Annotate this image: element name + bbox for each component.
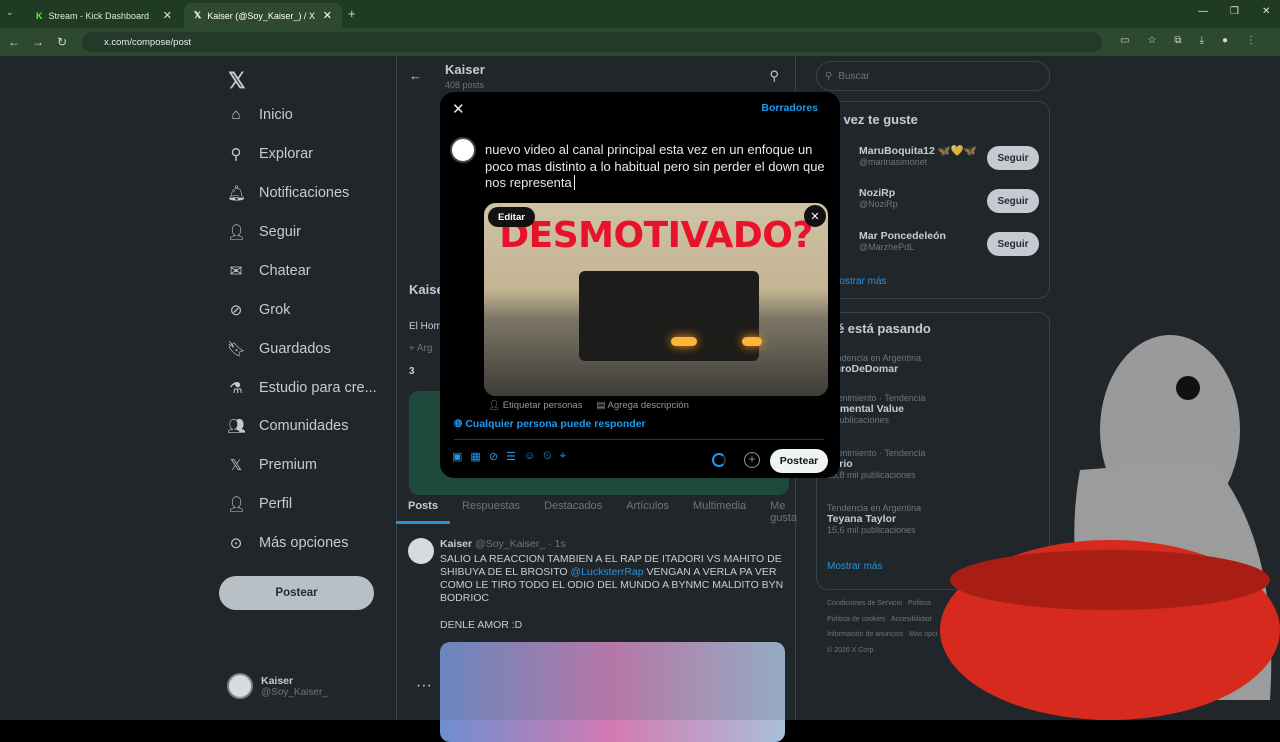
- url-text: x.com/compose/post: [104, 36, 192, 48]
- restore-icon[interactable]: ❐: [1230, 6, 1239, 17]
- reply-setting-button[interactable]: 🌐︎ Cualquier persona puede responder: [454, 418, 646, 431]
- address-bar[interactable]: x.com/compose/post: [82, 32, 1102, 52]
- poll-icon[interactable]: ☰: [506, 450, 516, 463]
- tag-people-button[interactable]: 👤︎ Etiquetar personas: [488, 400, 582, 411]
- location-icon[interactable]: ⌖: [560, 450, 566, 463]
- bookmark-star-icon[interactable]: ☆: [1147, 35, 1156, 46]
- tab-kick[interactable]: K Stream - Kick Dashboard ✕: [26, 3, 182, 28]
- bowl-rim: [950, 550, 1270, 610]
- tab-label: Stream - Kick Dashboard: [48, 10, 150, 21]
- x-logo-icon: 𝕏: [194, 10, 202, 20]
- schedule-icon[interactable]: ⏲: [543, 450, 552, 463]
- browser-tab-strip: ⌄ K Stream - Kick Dashboard ✕ 𝕏 Kaiser (…: [0, 0, 1280, 28]
- tag-people-label: Etiquetar personas: [502, 400, 583, 411]
- truck-shape: [579, 271, 759, 361]
- tab-label: Kaiser (@Soy_Kaiser_) / X: [207, 10, 315, 21]
- close-icon[interactable]: ✕: [452, 100, 465, 118]
- edit-media-button[interactable]: Editar: [488, 207, 535, 227]
- tab-x[interactable]: 𝕏 Kaiser (@Soy_Kaiser_) / X ✕: [184, 3, 342, 28]
- mascot-eye: [1176, 376, 1200, 400]
- streamer-overlay-mascot: [940, 335, 1280, 720]
- minimize-icon[interactable]: —: [1198, 6, 1208, 17]
- drafts-button[interactable]: Borradores: [761, 102, 818, 114]
- cast-icon[interactable]: ▭: [1120, 35, 1129, 46]
- media-icon[interactable]: ▣: [452, 450, 462, 463]
- download-icon[interactable]: ⤓: [1200, 35, 1204, 46]
- x-page: 𝕏 ⌂ Inicio ⚲ Explorar 🔔︎ Notificaciones 👤︎ S…: [0, 56, 1280, 742]
- reload-icon[interactable]: ↻: [50, 35, 74, 49]
- compose-textarea[interactable]: nuevo video al canal principal esta vez …: [485, 142, 835, 192]
- emoji-icon[interactable]: ☺: [524, 450, 535, 463]
- menu-icon[interactable]: ⋮: [1246, 35, 1256, 46]
- reply-setting-label: Cualquier persona puede responder: [465, 418, 646, 430]
- grok-icon[interactable]: ⊘: [489, 450, 498, 463]
- close-icon[interactable]: ✕: [163, 9, 172, 22]
- media-meta: 👤︎ Etiquetar personas ▤ Agrega descripci…: [488, 400, 689, 411]
- extensions-icon[interactable]: ⧉: [1174, 35, 1181, 46]
- headlight: [742, 337, 762, 346]
- avatar: [450, 137, 476, 163]
- divider: [454, 439, 824, 440]
- text-cursor: [573, 175, 575, 190]
- add-description-button[interactable]: ▤ Agrega descripción: [596, 400, 688, 411]
- kick-icon: K: [36, 10, 43, 21]
- profile-icon[interactable]: ●: [1222, 35, 1228, 46]
- close-icon[interactable]: ✕: [323, 9, 332, 22]
- gif-icon[interactable]: ▦: [470, 450, 480, 463]
- forward-icon[interactable]: →: [26, 35, 50, 49]
- add-post-icon[interactable]: +: [744, 452, 760, 468]
- browser-toolbar: ← → ↻ x.com/compose/post ▭ ☆ ⧉ ⤓ ● ⋮: [0, 28, 1280, 56]
- compose-modal: ✕ Borradores nuevo video al canal princi…: [440, 92, 840, 478]
- new-tab-button[interactable]: +: [348, 6, 356, 21]
- attached-image[interactable]: DESMOTIVADO? Editar ✕: [484, 203, 828, 396]
- tab-search-icon[interactable]: ⌄: [6, 7, 14, 18]
- compose-toolbar: ▣ ▦ ⊘ ☰ ☺ ⏲ ⌖: [452, 450, 566, 463]
- remove-media-icon[interactable]: ✕: [804, 205, 826, 227]
- compose-text: nuevo video al canal principal esta vez …: [485, 142, 825, 190]
- back-icon[interactable]: ←: [2, 35, 26, 49]
- post-submit-button[interactable]: Postear: [770, 449, 828, 473]
- window-close-icon[interactable]: ✕: [1262, 6, 1270, 17]
- thumbnail-title: DESMOTIVADO?: [499, 215, 813, 256]
- add-description-label: Agrega descripción: [607, 400, 689, 411]
- char-counter: [712, 453, 726, 467]
- headlight: [671, 337, 697, 346]
